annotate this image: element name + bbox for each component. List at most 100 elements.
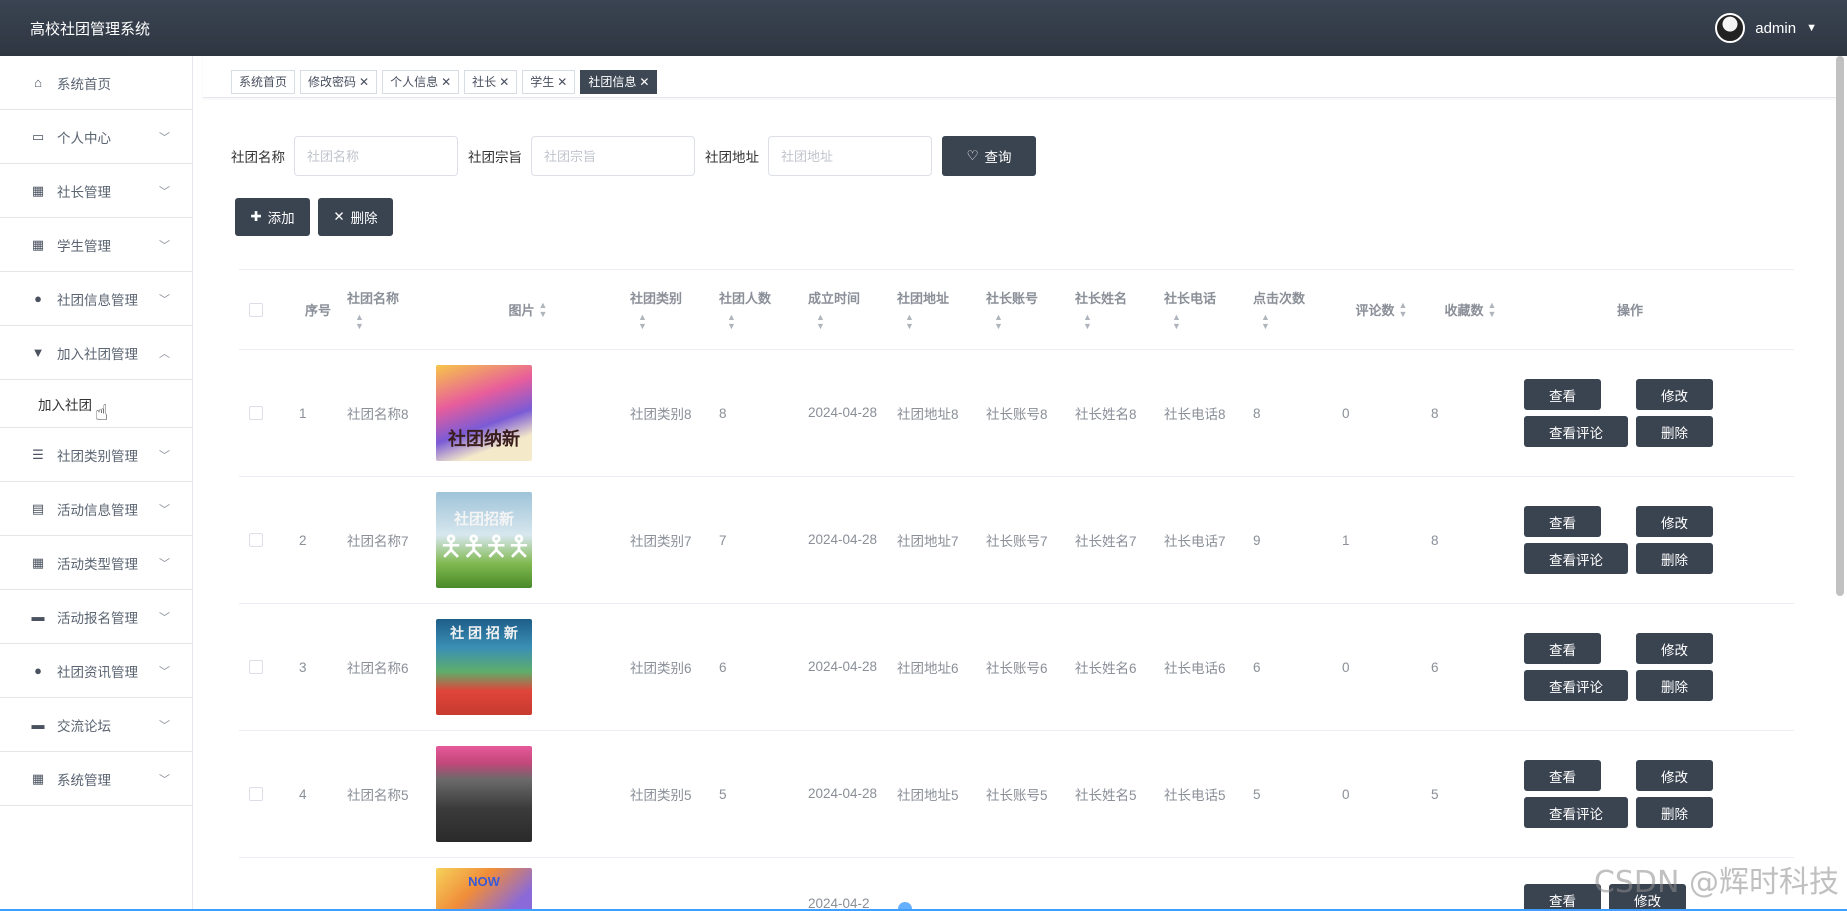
view-button[interactable]: 查看 — [1524, 506, 1601, 537]
view-comments-button[interactable]: 查看评论 — [1524, 670, 1628, 701]
tag-club-info[interactable]: 社团信息 ✕ — [580, 70, 658, 94]
edit-button[interactable]: 修改 — [1636, 760, 1713, 791]
cell-img: 社团纳新 — [426, 365, 620, 461]
view-button[interactable]: 查看 — [1524, 633, 1601, 664]
delete-row-button[interactable]: 删除 — [1636, 670, 1713, 701]
row-checkbox[interactable] — [249, 660, 263, 674]
sort-icon[interactable]: ▲ ▼ — [1488, 300, 1497, 319]
sort-icon[interactable]: ▲ ▼ — [355, 313, 364, 331]
sidebar-item-label: 活动报名管理 — [57, 610, 138, 626]
close-icon[interactable]: ✕ — [499, 71, 509, 93]
close-icon[interactable]: ✕ — [441, 71, 451, 93]
sidebar-item-system[interactable]: ▦ 系统管理 ﹀ — [0, 752, 192, 806]
club-image[interactable]: NOW — [436, 868, 532, 911]
view-button[interactable]: 查看 — [1524, 760, 1601, 791]
header-type[interactable]: 社团类别 ▲ ▼ — [620, 288, 709, 331]
view-comments-button[interactable]: 查看评论 — [1524, 797, 1628, 828]
sidebar-item-forum[interactable]: ▬ 交流论坛 ﹀ — [0, 698, 192, 752]
tag-president[interactable]: 社长 ✕ — [464, 70, 518, 94]
sort-icon[interactable]: ▲ ▼ — [1172, 313, 1181, 331]
tag-profile[interactable]: 个人信息 ✕ — [382, 70, 460, 94]
sidebar-item-label: 活动信息管理 — [57, 502, 138, 518]
close-icon[interactable]: ✕ — [639, 71, 649, 93]
page-scrollbar[interactable] — [1836, 56, 1844, 596]
cell-type: 社团类别6 — [630, 661, 692, 676]
sort-icon[interactable]: ▲ ▼ — [994, 313, 1003, 331]
header-lname[interactable]: 社长姓名 ▲ ▼ — [1065, 288, 1154, 331]
edit-button[interactable]: 修改 — [1636, 633, 1713, 664]
club-name-input[interactable] — [294, 136, 458, 176]
header-acc[interactable]: 社长账号 ▲ ▼ — [976, 288, 1065, 331]
user-menu[interactable]: admin ▼ — [1715, 13, 1817, 43]
header-img[interactable]: 图片 ▲ ▼ — [426, 300, 620, 319]
club-image[interactable] — [436, 746, 532, 842]
club-purpose-input[interactable] — [531, 136, 695, 176]
cell-fav: 6 — [1431, 659, 1439, 675]
cell-num: 5 — [719, 786, 727, 802]
header-clk[interactable]: 点击次数 ▲ ▼ — [1243, 288, 1332, 331]
sidebar-item-student[interactable]: ▦ 学生管理 ﹀ — [0, 218, 192, 272]
club-image[interactable]: 社团招新 🯅🯅🯅🯅 — [436, 492, 532, 588]
view-comments-button[interactable]: 查看评论 — [1524, 543, 1628, 574]
header-num[interactable]: 社团人数 ▲ ▼ — [709, 288, 798, 331]
row-checkbox[interactable] — [249, 533, 263, 547]
header-tel[interactable]: 社长电话 ▲ ▼ — [1154, 288, 1243, 331]
tag-student[interactable]: 学生 ✕ — [522, 70, 576, 94]
header-date[interactable]: 成立时间 ▲ ▼ — [798, 288, 887, 331]
delete-row-button[interactable]: 删除 — [1636, 416, 1713, 447]
sidebar-item-home[interactable]: ⌂ 系统首页 — [0, 56, 192, 110]
delete-row-button[interactable]: 删除 — [1636, 543, 1713, 574]
row-checkbox[interactable] — [249, 406, 263, 420]
submenu-item-join[interactable]: 加入社团 ☝ — [0, 380, 192, 428]
header-cmt[interactable]: 评论数 ▲ ▼ — [1332, 300, 1421, 319]
sort-icon[interactable]: ▲ ▼ — [1399, 300, 1408, 319]
header-addr[interactable]: 社团地址 ▲ ▼ — [887, 288, 976, 331]
view-button[interactable]: 查看 — [1524, 379, 1601, 410]
sidebar-item-club-type[interactable]: ☰ 社团类别管理 ﹀ — [0, 428, 192, 482]
sort-icon[interactable]: ▲ ▼ — [539, 300, 548, 319]
date-value: 2024-04-28 — [808, 532, 878, 547]
cell-num: 8 — [719, 405, 727, 421]
sidebar-item-club-info[interactable]: ● 社团信息管理 ﹀ — [0, 272, 192, 326]
club-image[interactable]: 社 团 招 新 — [436, 619, 532, 715]
view-comments-button[interactable]: 查看评论 — [1524, 416, 1628, 447]
caret-down-icon[interactable]: ▼ — [1806, 22, 1817, 34]
sort-icon[interactable]: ▲ ▼ — [638, 313, 647, 331]
add-button[interactable]: ✚ 添加 — [235, 198, 310, 236]
sidebar-item-activity-info[interactable]: ▤ 活动信息管理 ﹀ — [0, 482, 192, 536]
tag-change-password[interactable]: 修改密码 ✕ — [300, 70, 378, 94]
username[interactable]: admin — [1755, 20, 1796, 37]
tag-home[interactable]: 系统首页 — [231, 70, 296, 94]
sort-icon[interactable]: ▲ ▼ — [1083, 313, 1092, 331]
header-fav[interactable]: 收藏数 ▲ ▼ — [1421, 300, 1510, 319]
edit-button[interactable]: 修改 — [1636, 379, 1713, 410]
close-icon[interactable]: ✕ — [557, 71, 567, 93]
sidebar-item-president[interactable]: ▦ 社长管理 ﹀ — [0, 164, 192, 218]
sort-icon[interactable]: ▲ ▼ — [816, 313, 825, 331]
sort-icon[interactable]: ▲ ▼ — [727, 313, 736, 331]
sidebar-item-activity-signup[interactable]: ▬ 活动报名管理 ﹀ — [0, 590, 192, 644]
club-address-input[interactable] — [768, 136, 932, 176]
row-checkbox-cell — [239, 660, 289, 674]
sidebar: ⌂ 系统首页 ▭ 个人中心 ﹀ ▦ 社长管理 ﹀ ▦ 学生管理 ﹀ ● 社团信息… — [0, 56, 193, 911]
flag-icon: ▼ — [31, 345, 45, 360]
sidebar-item-personal[interactable]: ▭ 个人中心 ﹀ — [0, 110, 192, 164]
delete-row-button[interactable]: 删除 — [1636, 797, 1713, 828]
sidebar-item-club-news[interactable]: ● 社团资讯管理 ﹀ — [0, 644, 192, 698]
club-image[interactable]: 社团纳新 — [436, 365, 532, 461]
sort-icon[interactable]: ▲ ▼ — [905, 313, 914, 331]
delete-button[interactable]: ✕ 删除 — [318, 198, 393, 236]
sidebar-item-join-club[interactable]: ▼ 加入社团管理 ︿ — [0, 326, 192, 380]
cell-ops: 查看 修改 查看评论 删除 — [1510, 633, 1740, 701]
view-button[interactable]: 查看 — [1524, 884, 1601, 911]
avatar[interactable] — [1715, 13, 1746, 43]
select-all-checkbox[interactable] — [249, 302, 263, 317]
header-name[interactable]: 社团名称 ▲ ▼ — [337, 288, 426, 331]
edit-button[interactable]: 修改 — [1636, 506, 1713, 537]
close-icon[interactable]: ✕ — [359, 71, 369, 93]
sidebar-item-label: 社团资讯管理 — [57, 664, 138, 680]
row-checkbox[interactable] — [249, 787, 263, 801]
sort-icon[interactable]: ▲ ▼ — [1261, 313, 1270, 331]
query-button[interactable]: ♡ 查询 — [942, 136, 1036, 176]
sidebar-item-activity-type[interactable]: ▦ 活动类型管理 ﹀ — [0, 536, 192, 590]
